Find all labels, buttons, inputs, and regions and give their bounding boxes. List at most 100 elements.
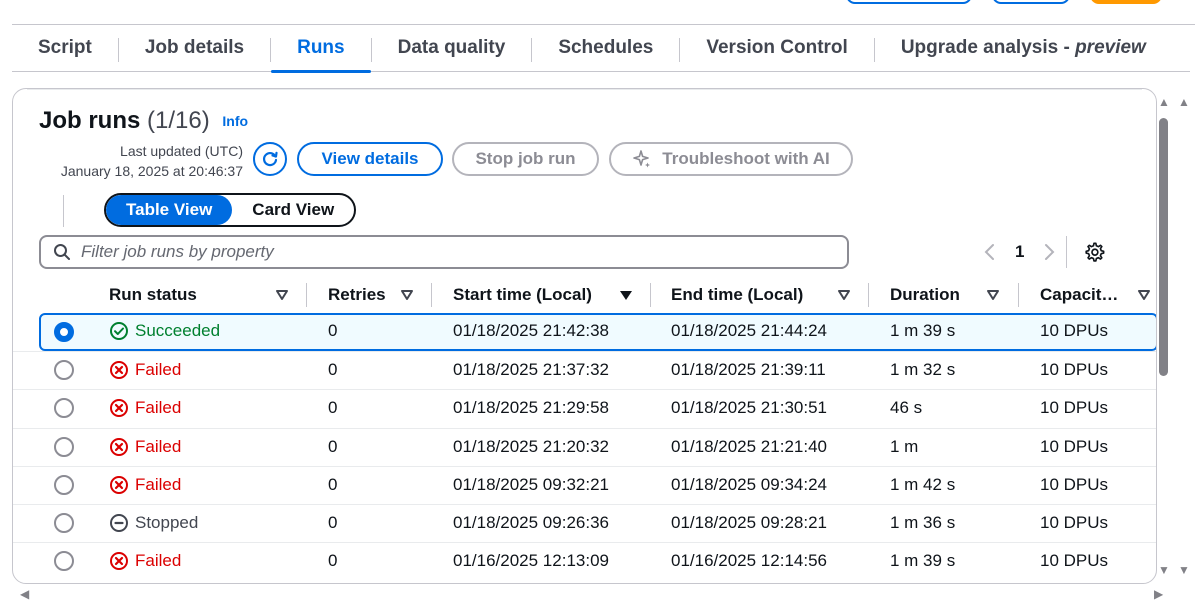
cell-start-time: 01/18/2025 21:37:32 <box>453 360 609 379</box>
status-label: Failed <box>135 360 182 379</box>
status-badge: Failed <box>109 352 181 388</box>
column-divider <box>431 283 432 307</box>
table-row[interactable]: Failed 0 01/16/2025 12:13:09 01/16/2025 12:… <box>13 542 1156 580</box>
sort-icon[interactable] <box>1137 277 1151 313</box>
status-badge: Failed <box>109 543 181 579</box>
column-start-time[interactable]: Start time (Local) <box>453 277 592 313</box>
status-label: Succeeded <box>135 321 221 340</box>
cell-duration: 1 m 32 s <box>890 360 956 379</box>
chevron-left-icon[interactable] <box>983 242 997 262</box>
error-icon <box>110 437 128 456</box>
table-row[interactable]: Stopped 0 01/18/2025 09:26:36 01/18/2025 09… <box>13 504 1156 542</box>
cell-start-time: 01/18/2025 21:20:32 <box>453 436 609 456</box>
cell-start-time: 01/18/2025 21:29:58 <box>453 398 609 418</box>
column-label: Retries <box>328 285 386 304</box>
scroll-down-icon[interactable]: ▼ <box>1178 564 1190 576</box>
table-row[interactable]: Failed 0 01/18/2025 21:20:32 01/18/2025 21:… <box>13 427 1156 466</box>
title-text: Job runs <box>39 107 141 134</box>
cell-retries: 0 <box>328 436 338 456</box>
column-capacity[interactable]: Capacit… <box>1040 277 1118 313</box>
cell-retries: 0 <box>328 360 338 379</box>
table-row[interactable]: Failed 0 01/18/2025 21:29:58 01/18/2025 21:… <box>13 389 1156 427</box>
sort-icon[interactable] <box>400 277 414 313</box>
tab-upgrade-analysis[interactable]: Upgrade analysis - preview <box>875 28 1172 72</box>
table-header: Run status Retries Start time (Local) En… <box>13 277 1156 313</box>
table-row[interactable]: Failed 0 01/18/2025 09:32:21 01/18/2025 09:… <box>13 465 1156 504</box>
table-row[interactable]: Failed 0 01/18/2025 21:37:32 01/18/2025 21:… <box>13 351 1156 389</box>
tab-upgrade-analysis-label: Upgrade analysis - <box>900 36 1076 58</box>
row-select-radio[interactable] <box>54 513 74 534</box>
filter-input[interactable]: Filter job runs by property <box>39 235 849 269</box>
cell-end-time: 01/16/2025 12:14:56 <box>671 551 827 571</box>
panel-top-line <box>27 89 1142 90</box>
last-updated: Last updated (UTC) January 18, 2025 at 2… <box>39 141 243 181</box>
column-duration[interactable]: Duration <box>890 277 960 313</box>
column-retries[interactable]: Retries <box>328 277 386 313</box>
cell-start-time: 01/18/2025 09:26:36 <box>453 513 609 533</box>
cell-retries: 0 <box>328 551 338 571</box>
chevron-right-icon[interactable] <box>1042 242 1056 262</box>
sort-icon[interactable] <box>986 277 1000 313</box>
tab-script[interactable]: Script <box>12 28 118 72</box>
column-end-time[interactable]: End time (Local) <box>671 277 803 313</box>
column-label: Start time (Local) <box>453 285 592 304</box>
top-secondary-button[interactable] <box>846 0 972 4</box>
tab-runs[interactable]: Runs <box>271 28 371 73</box>
horizontal-scrollbar[interactable]: ◀ ▶ <box>12 586 1172 606</box>
tab-job-details[interactable]: Job details <box>119 28 270 72</box>
table-view-button[interactable]: Table View <box>106 195 233 225</box>
cell-start-time: 01/18/2025 21:42:38 <box>453 321 609 340</box>
row-select-radio[interactable] <box>54 551 74 572</box>
gear-icon[interactable] <box>1083 241 1105 263</box>
refresh-icon <box>262 151 278 167</box>
cell-run-status: Failed <box>109 352 181 388</box>
top-action-bar <box>0 0 1201 6</box>
tab-version-control[interactable]: Version Control <box>680 28 873 72</box>
top-tertiary-button[interactable] <box>992 0 1070 4</box>
scroll-up-icon[interactable]: ▲ <box>1178 96 1190 108</box>
sort-icon[interactable] <box>837 277 851 313</box>
table-row[interactable]: Succeeded 0 01/18/2025 21:42:38 01/18/2025 … <box>39 313 1156 351</box>
error-icon <box>110 552 128 571</box>
vertical-scrollbar[interactable]: ▲ ▲ ▼ ▼ <box>1157 92 1201 582</box>
cell-retries: 0 <box>328 321 338 340</box>
status-label: Failed <box>135 551 182 571</box>
cell-run-status: Succeeded <box>109 313 220 349</box>
pagination: 1 <box>983 235 1105 269</box>
view-details-button[interactable]: View details <box>297 142 443 176</box>
row-select-radio[interactable] <box>54 398 74 419</box>
tab-schedules[interactable]: Schedules <box>532 28 679 72</box>
sparkle-icon <box>632 149 652 169</box>
card-view-button[interactable]: Card View <box>232 195 354 225</box>
scroll-down-icon[interactable]: ▼ <box>1158 564 1170 576</box>
row-select-radio[interactable] <box>54 360 74 380</box>
sort-descending-icon[interactable] <box>619 277 633 313</box>
stop-job-run-button[interactable]: Stop job run <box>452 142 599 176</box>
row-select-radio[interactable] <box>54 322 74 342</box>
troubleshoot-button[interactable]: Troubleshoot with AI <box>609 142 853 176</box>
tab-data-quality[interactable]: Data quality <box>372 28 532 72</box>
error-icon <box>110 475 128 494</box>
info-link[interactable]: Info <box>222 113 248 129</box>
cell-retries: 0 <box>328 398 338 418</box>
status-badge: Succeeded <box>109 313 220 349</box>
search-icon <box>54 244 70 260</box>
scroll-up-icon[interactable]: ▲ <box>1158 96 1170 108</box>
scroll-right-icon[interactable]: ▶ <box>1154 588 1163 600</box>
row-select-radio[interactable] <box>54 436 74 457</box>
stopped-icon <box>110 514 128 533</box>
troubleshoot-label: Troubleshoot with AI <box>662 149 830 168</box>
column-run-status[interactable]: Run status <box>109 277 197 313</box>
scrollbar-thumb[interactable] <box>1159 118 1168 376</box>
cell-capacity: 10 DPUs <box>1040 513 1109 533</box>
top-primary-button[interactable] <box>1090 0 1162 4</box>
cell-duration: 1 m 39 s <box>890 321 956 340</box>
scroll-left-icon[interactable]: ◀ <box>20 588 29 600</box>
cell-start-time: 01/18/2025 09:32:21 <box>453 474 609 494</box>
row-select-radio[interactable] <box>54 474 74 495</box>
page-number[interactable]: 1 <box>1015 242 1024 262</box>
sort-icon[interactable] <box>275 277 289 313</box>
cell-capacity: 10 DPUs <box>1040 474 1109 494</box>
cell-end-time: 01/18/2025 21:30:51 <box>671 398 827 418</box>
refresh-button[interactable] <box>253 142 287 176</box>
